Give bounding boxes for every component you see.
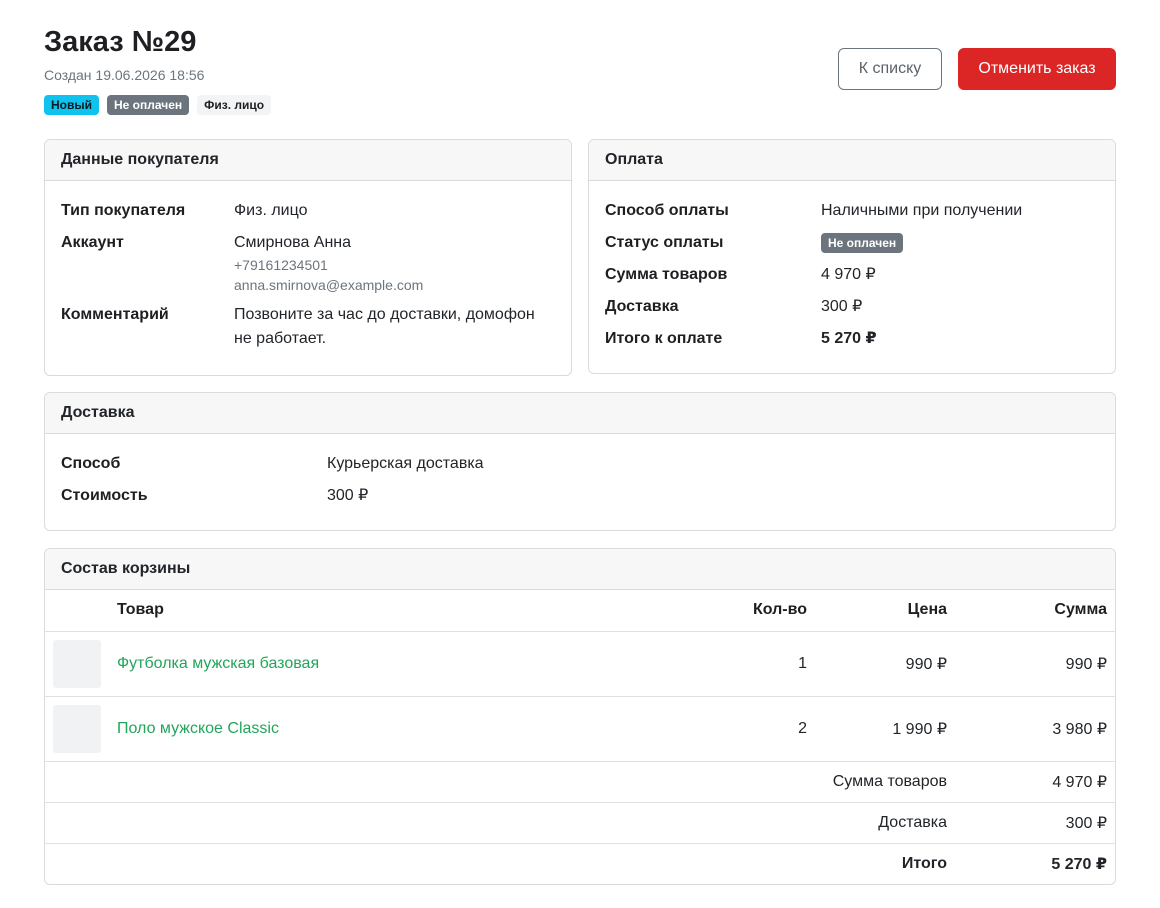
delivery-card-header: Доставка [45,393,1115,434]
account-phone: +79161234501 [234,257,328,273]
account-row: Аккаунт Смирнова Анна +79161234501 anna.… [61,231,555,295]
delivery-price-label: Стоимость [61,487,148,504]
price-column-header: Цена [815,590,955,632]
payment-status-label: Статус оплаты [605,234,724,251]
qty-cell: 1 [675,631,815,697]
payment-card-body: Способ оплаты Наличными при получении Ст… [589,181,1115,367]
goods-total-label: Сумма товаров [45,761,955,803]
delivery-cost-label: Доставка [605,298,679,315]
total-value: 5 270 ₽ [821,330,877,347]
qty-cell: 2 [675,696,815,762]
delivery-total-label: Доставка [45,802,955,844]
delivery-price-row: Стоимость 300 ₽ [61,484,1099,508]
sum-column-header: Сумма [955,590,1115,632]
delivery-cost-value: 300 ₽ [821,298,863,315]
price-cell: 990 ₽ [815,631,955,697]
payment-status-badge: Не оплачен [107,95,190,115]
delivery-card: Доставка Способ Курьерская доставка Стои… [44,392,1116,531]
thumb-cell [45,631,109,697]
account-label: Аккаунт [61,234,124,251]
order-badges: Новый Не оплачен Физ. лицо [44,95,1116,115]
buyer-type-row: Тип покупателя Физ. лицо [61,199,555,223]
delivery-cost-row: Доставка 300 ₽ [605,295,1099,319]
product-thumbnail[interactable] [53,704,101,753]
payment-card: Оплата Способ оплаты Наличными при получ… [588,139,1116,374]
total-row: Итого к оплате 5 270 ₽ [605,327,1099,351]
buyer-card-header: Данные покупателя [45,140,571,181]
comment-label: Комментарий [61,306,169,323]
buyer-type-badge: Физ. лицо [197,95,272,115]
product-link[interactable]: Поло мужское Classic [117,720,279,737]
delivery-method-label: Способ [61,455,121,472]
sum-cell: 990 ₽ [955,631,1115,697]
sum-cell: 3 980 ₽ [955,696,1115,762]
account-value: Смирнова Анна +79161234501 anna.smirnova… [234,231,555,295]
payment-method-value: Наличными при получении [821,202,1023,219]
account-email: anna.smirnova@example.com [234,277,424,293]
goods-total-row: Сумма товаров 4 970 ₽ [45,761,1115,803]
total-label: Итого к оплате [605,330,723,347]
buyer-card-body: Тип покупателя Физ. лицо Аккаунт Смирнов… [45,181,571,367]
payment-method-label: Способ оплаты [605,202,729,219]
product-link[interactable]: Футболка мужская базовая [117,655,319,672]
cart-table: Товар Кол-во Цена Сумма Футболка мужская… [45,590,1115,884]
table-row: Поло мужское Classic 2 1 990 ₽ 3 980 ₽ [45,696,1115,762]
delivery-price-value: 300 ₽ [327,487,369,504]
payment-status-inline-badge: Не оплачен [821,232,904,253]
delivery-card-body: Способ Курьерская доставка Стоимость 300… [45,434,1115,524]
table-row: Футболка мужская базовая 1 990 ₽ 990 ₽ [45,631,1115,697]
product-column-header: Товар [109,590,675,632]
info-row: Данные покупателя Тип покупателя Физ. ли… [44,139,1116,376]
delivery-method-row: Способ Курьерская доставка [61,452,1099,476]
payment-card-header: Оплата [589,140,1115,181]
qty-column-header: Кол-во [675,590,815,632]
goods-sum-value: 4 970 ₽ [821,266,876,283]
cart-card: Состав корзины Товар Кол-во Цена Сумма Ф… [44,548,1116,885]
buyer-type-value: Физ. лицо [234,202,308,219]
comment-value: Позвоните за час до доставки, домофон не… [234,306,535,347]
order-page: Заказ №29 Создан 19.06.2026 18:56 Новый … [0,0,1160,885]
order-header: Заказ №29 Создан 19.06.2026 18:56 Новый … [44,24,1116,139]
account-name: Смирнова Анна [234,234,352,251]
cart-card-header: Состав корзины [45,549,1115,590]
delivery-total-value: 300 ₽ [955,802,1115,844]
thumb-column-header [45,590,109,632]
product-thumbnail[interactable] [53,639,101,688]
comment-row: Комментарий Позвоните за час до доставки… [61,303,555,351]
cancel-order-button[interactable]: Отменить заказ [958,48,1116,90]
delivery-total-row: Доставка 300 ₽ [45,802,1115,844]
payment-method-row: Способ оплаты Наличными при получении [605,199,1099,223]
grand-total-value: 5 270 ₽ [1051,855,1107,873]
buyer-card: Данные покупателя Тип покупателя Физ. ли… [44,139,572,376]
product-cell: Футболка мужская базовая [109,631,675,697]
product-cell: Поло мужское Classic [109,696,675,762]
cart-table-header: Товар Кол-во Цена Сумма [45,590,1115,632]
back-to-list-button[interactable]: К списку [838,48,942,90]
grand-total-label: Итого [901,854,947,872]
thumb-cell [45,696,109,762]
header-actions: К списку Отменить заказ [838,48,1116,90]
grand-total-row: Итого 5 270 ₽ [45,843,1115,884]
payment-status-row: Статус оплаты Не оплачен [605,231,1099,255]
payment-status-value: Не оплачен [821,231,1099,255]
goods-sum-label: Сумма товаров [605,266,728,283]
delivery-method-value: Курьерская доставка [327,455,484,472]
goods-sum-row: Сумма товаров 4 970 ₽ [605,263,1099,287]
price-cell: 1 990 ₽ [815,696,955,762]
buyer-type-label: Тип покупателя [61,202,186,219]
goods-total-value: 4 970 ₽ [955,761,1115,803]
status-badge: Новый [44,95,99,115]
